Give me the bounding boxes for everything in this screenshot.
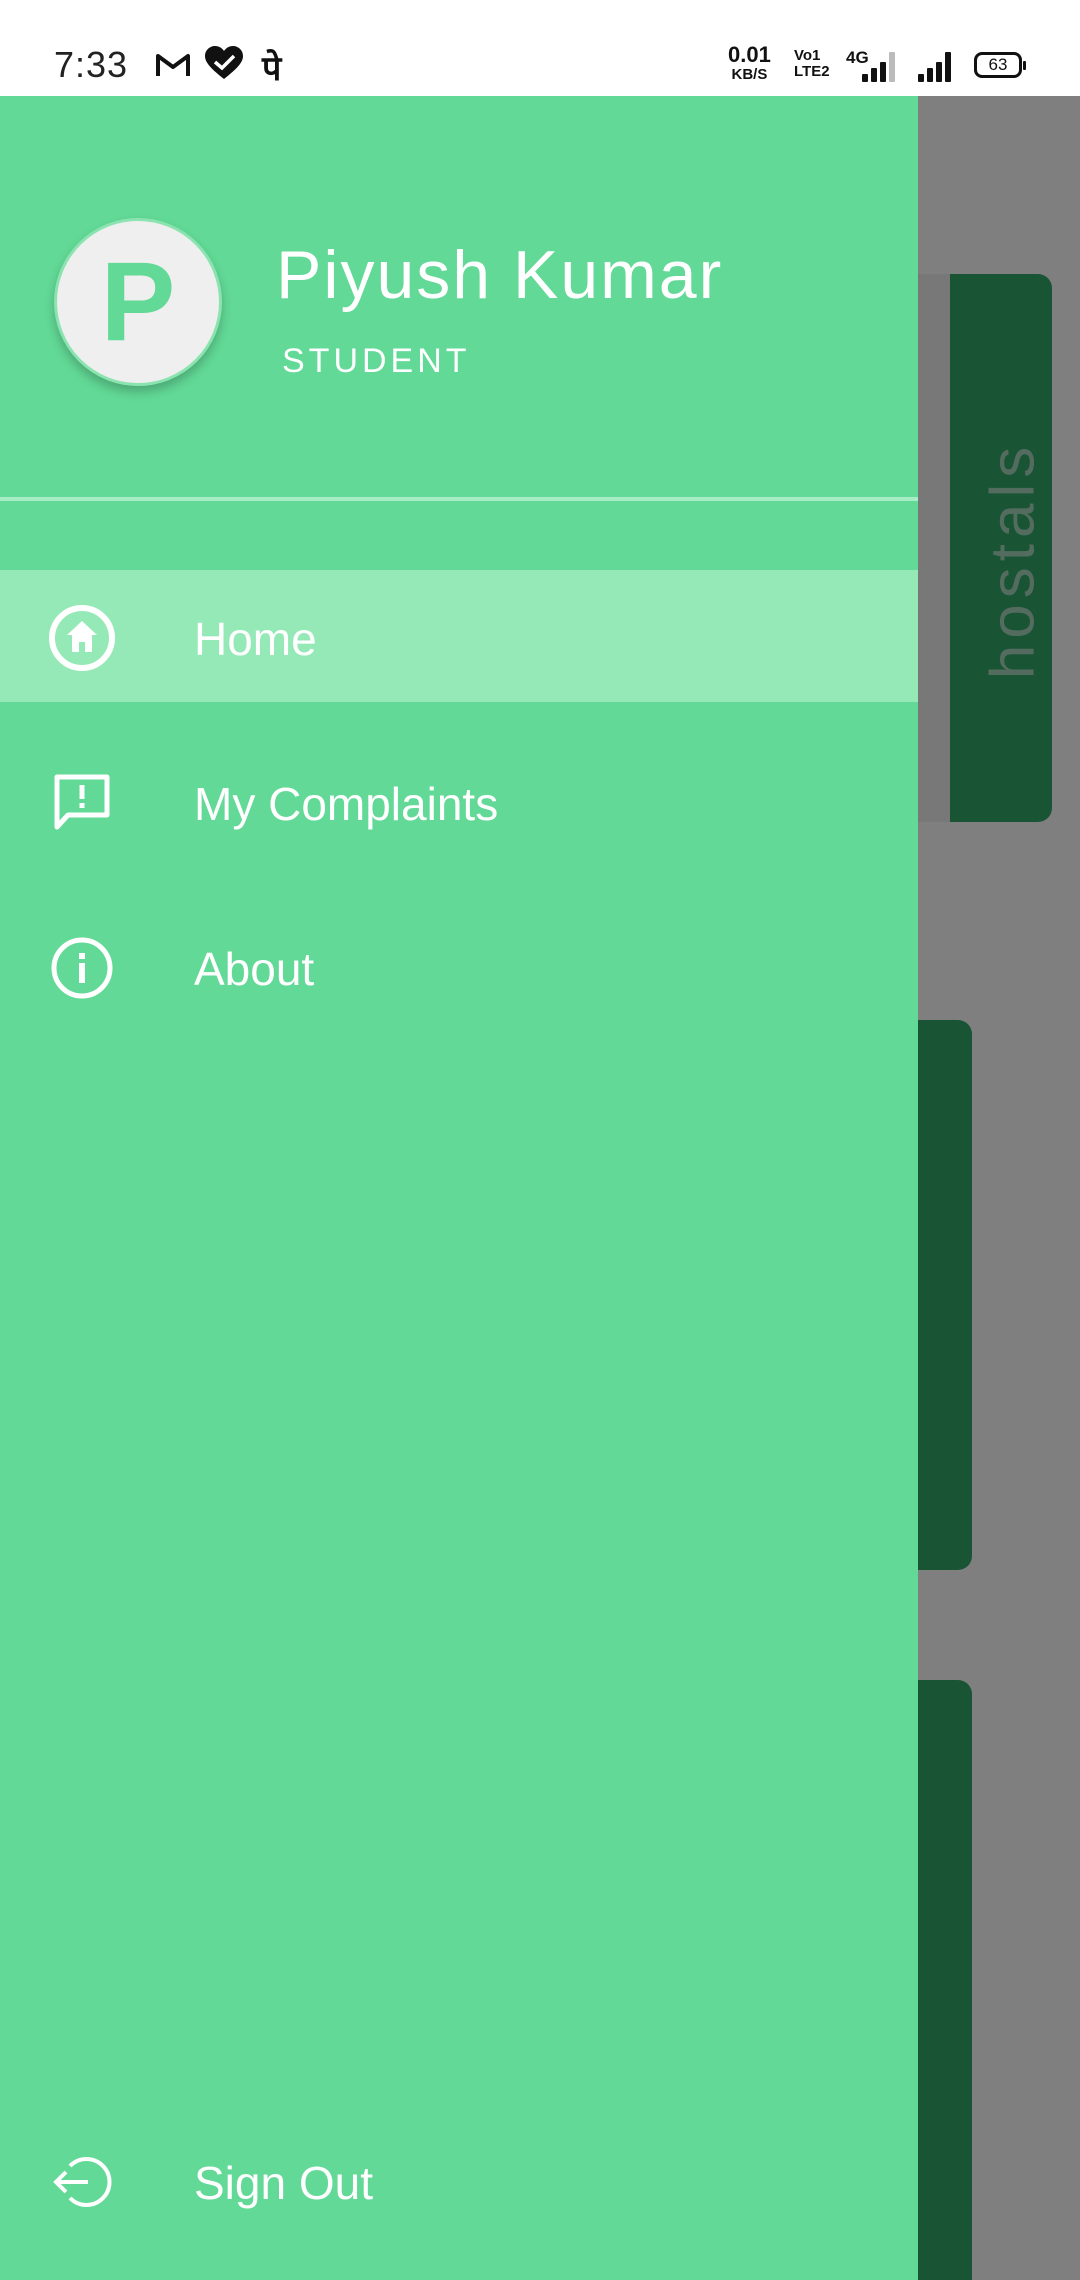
- status-bar: 7:33 पे 0.01 KB/S Vo1 LTE2 4G 63: [0, 0, 1080, 96]
- menu-label-sign-out: Sign Out: [194, 2157, 373, 2209]
- menu-label-home: Home: [194, 613, 317, 665]
- signal-icon-sim1: [862, 50, 898, 82]
- heart-check-icon: [204, 46, 244, 89]
- user-role: STUDENT: [282, 342, 471, 380]
- menu-item-about[interactable]: About: [0, 900, 918, 1032]
- phonepe-notification: पे: [262, 50, 282, 88]
- volte-indicator: Vo1 LTE2: [794, 47, 830, 80]
- menu-label-my-complaints: My Complaints: [194, 778, 499, 830]
- status-time: 7:33: [54, 44, 129, 85]
- sign-out-icon: [48, 2148, 116, 2216]
- signal-icon-sim2: [918, 50, 954, 82]
- menu-item-home[interactable]: Home: [0, 570, 918, 702]
- menu-label-about: About: [194, 943, 315, 995]
- gmail-icon: [156, 48, 190, 87]
- navigation-drawer: P Piyush Kumar STUDENT Home My Complaint…: [0, 96, 918, 2280]
- home-icon: [48, 604, 116, 672]
- avatar: P: [54, 218, 222, 386]
- info-icon: [48, 934, 116, 1002]
- menu-item-my-complaints[interactable]: My Complaints: [0, 735, 918, 867]
- drawer-divider: [0, 497, 918, 501]
- network-speed: 0.01 KB/S: [728, 42, 771, 83]
- menu-item-sign-out[interactable]: Sign Out: [0, 2114, 918, 2246]
- battery-icon: 63: [974, 52, 1026, 78]
- feedback-icon: [48, 769, 116, 837]
- user-name: Piyush Kumar: [276, 237, 724, 313]
